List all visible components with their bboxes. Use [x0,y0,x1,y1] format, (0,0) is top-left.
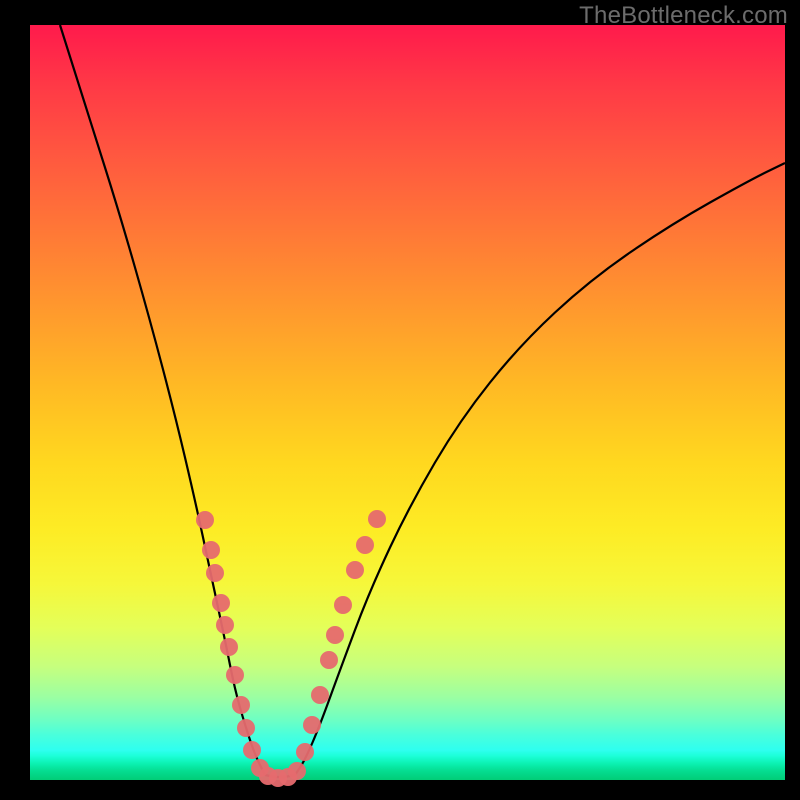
marker-dot [216,616,234,634]
marker-dot [368,510,386,528]
marker-dot [196,511,214,529]
curve-lines [60,25,785,777]
marker-dot [232,696,250,714]
marker-dot [296,743,314,761]
watermark-text: TheBottleneck.com [579,2,788,30]
marker-dot [320,651,338,669]
marker-dot [346,561,364,579]
curve-right-branch [295,163,785,775]
marker-dots-group [196,510,386,787]
marker-dot [311,686,329,704]
marker-dot [243,741,261,759]
marker-dot [237,719,255,737]
marker-dot [220,638,238,656]
marker-dot [303,716,321,734]
marker-dot [326,626,344,644]
marker-dot [202,541,220,559]
marker-dot [288,762,306,780]
marker-dot [206,564,224,582]
marker-dot [334,596,352,614]
curve-svg [30,25,785,780]
marker-dot [212,594,230,612]
marker-dot [356,536,374,554]
chart-frame: TheBottleneck.com [0,0,800,800]
plot-area [30,25,785,780]
curve-left-branch [60,25,265,775]
marker-dot [226,666,244,684]
